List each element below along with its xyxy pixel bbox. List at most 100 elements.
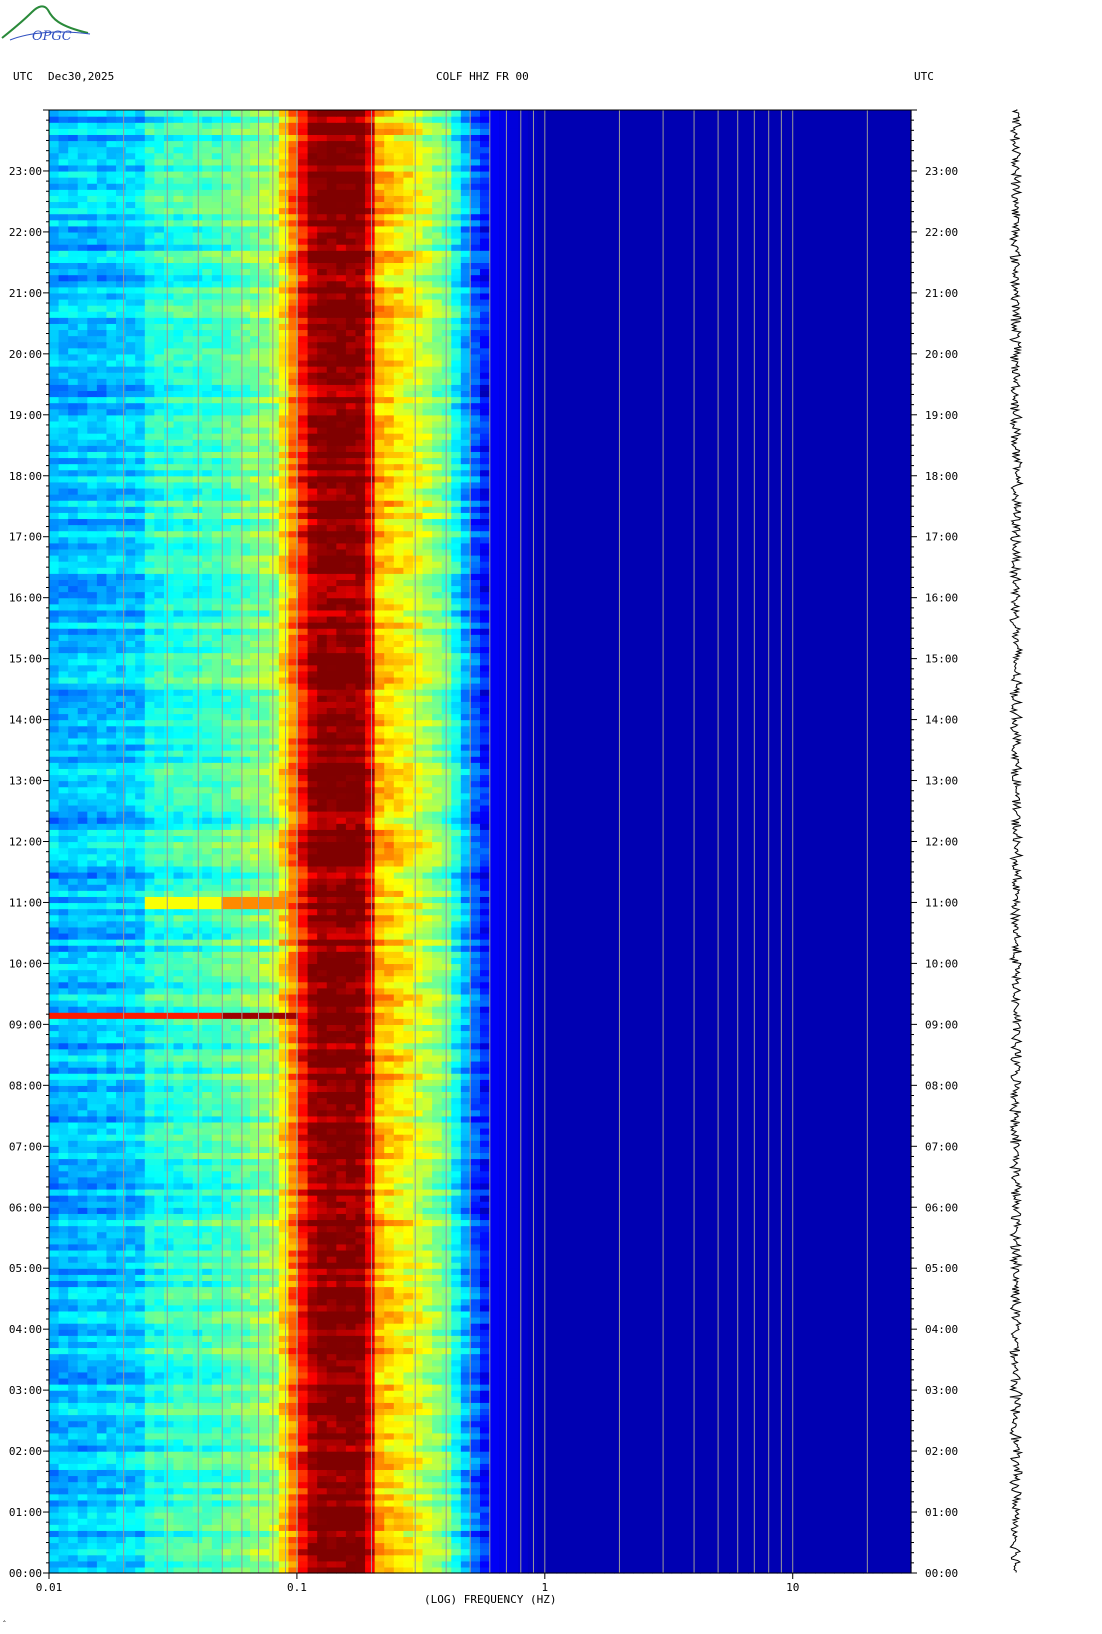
- heatmap-cell: [403, 1457, 413, 1464]
- heatmap-cell: [423, 1408, 433, 1415]
- heatmap-cell: [135, 1433, 145, 1440]
- heatmap-cell: [461, 1317, 471, 1324]
- heatmap-cell: [394, 1396, 404, 1403]
- heatmap-cell: [298, 1445, 308, 1452]
- heatmap-cell: [748, 1494, 758, 1501]
- heatmap-cell: [844, 1354, 854, 1361]
- heatmap-cell: [844, 1463, 854, 1470]
- heatmap-cell: [394, 1366, 404, 1373]
- heatmap-cell: [116, 1232, 126, 1239]
- heatmap-cell: [87, 1311, 97, 1318]
- heatmap-cell: [537, 1482, 547, 1489]
- heatmap-cell: [873, 1469, 883, 1476]
- heatmap-cell: [135, 1311, 145, 1318]
- heatmap-cell: [126, 1390, 136, 1397]
- heatmap-cell: [748, 1415, 758, 1422]
- heatmap-cell: [212, 1524, 222, 1531]
- heatmap-cell: [758, 1433, 768, 1440]
- heatmap-cell: [509, 1512, 519, 1519]
- heatmap-cell: [451, 1512, 461, 1519]
- heatmap-cell: [375, 1439, 385, 1446]
- heatmap-cell: [585, 1378, 595, 1385]
- heatmap-cell: [231, 1445, 241, 1452]
- heatmap-cell: [739, 1469, 749, 1476]
- heatmap-cell: [336, 1475, 346, 1482]
- heatmap-cell: [260, 1457, 270, 1464]
- heatmap-cell: [834, 1530, 844, 1537]
- heatmap-cell: [164, 1250, 174, 1257]
- heatmap-cell: [279, 1238, 289, 1245]
- heatmap-cell: [106, 1287, 116, 1294]
- heatmap-cell: [652, 1347, 662, 1354]
- heatmap-cell: [566, 1561, 576, 1568]
- heatmap-cell: [585, 1475, 595, 1482]
- heatmap-cell: [700, 1445, 710, 1452]
- heatmap-cell: [643, 1512, 653, 1519]
- heatmap-cell: [49, 1232, 59, 1239]
- heatmap-cell: [106, 1384, 116, 1391]
- heatmap-cell: [174, 1469, 184, 1476]
- heatmap-cell: [547, 1415, 557, 1422]
- heatmap-cell: [260, 1506, 270, 1513]
- heatmap-cell: [116, 1512, 126, 1519]
- heatmap-cell: [825, 1335, 835, 1342]
- heatmap-cell: [355, 1323, 365, 1330]
- heatmap-cell: [576, 1268, 586, 1275]
- heatmap-cell: [68, 1250, 78, 1257]
- heatmap-cell: [97, 1494, 107, 1501]
- heatmap-cell: [346, 1238, 356, 1245]
- heatmap-cell: [221, 1543, 231, 1550]
- heatmap-cell: [174, 1396, 184, 1403]
- heatmap-cell: [365, 1390, 375, 1397]
- heatmap-cell: [672, 1536, 682, 1543]
- heatmap-cell: [595, 1463, 605, 1470]
- heatmap-cell: [873, 1408, 883, 1415]
- heatmap-cell: [595, 1469, 605, 1476]
- heatmap-cell: [786, 1317, 796, 1324]
- heatmap-cell: [432, 1360, 442, 1367]
- heatmap-cell: [490, 1475, 500, 1482]
- heatmap-cell: [183, 1311, 193, 1318]
- heatmap-cell: [547, 1305, 557, 1312]
- heatmap-cell: [691, 1329, 701, 1336]
- heatmap-cell: [566, 1415, 576, 1422]
- heatmap-cell: [758, 1390, 768, 1397]
- heatmap-cell: [691, 1244, 701, 1251]
- heatmap-cell: [509, 1384, 519, 1391]
- heatmap-cell: [882, 1262, 892, 1269]
- heatmap-cell: [442, 1463, 452, 1470]
- heatmap-cell: [873, 1305, 883, 1312]
- heatmap-cell: [643, 1347, 653, 1354]
- heatmap-cell: [786, 1439, 796, 1446]
- heatmap-cell: [317, 1396, 327, 1403]
- heatmap-cell: [260, 1360, 270, 1367]
- heatmap-cell: [394, 1500, 404, 1507]
- heatmap-cell: [260, 1445, 270, 1452]
- heatmap-cell: [346, 1475, 356, 1482]
- heatmap-cell: [672, 1293, 682, 1300]
- heatmap-cell: [557, 1433, 567, 1440]
- heatmap-cell: [470, 1335, 480, 1342]
- heatmap-cell: [106, 1396, 116, 1403]
- heatmap-cell: [260, 1262, 270, 1269]
- heatmap-cell: [624, 1335, 634, 1342]
- heatmap-cell: [260, 1366, 270, 1373]
- heatmap-cell: [346, 1433, 356, 1440]
- heatmap-cell: [605, 1415, 615, 1422]
- heatmap-cell: [135, 1378, 145, 1385]
- heatmap-cell: [164, 1488, 174, 1495]
- heatmap-cell: [691, 1500, 701, 1507]
- heatmap-cell: [633, 1421, 643, 1428]
- heatmap-cell: [480, 1262, 490, 1269]
- heatmap-cell: [719, 1360, 729, 1367]
- heatmap-cell: [518, 1512, 528, 1519]
- heatmap-cell: [269, 1457, 279, 1464]
- heatmap-cell: [442, 1439, 452, 1446]
- heatmap-cell: [605, 1463, 615, 1470]
- heatmap-cell: [317, 1262, 327, 1269]
- heatmap-cell: [308, 1433, 318, 1440]
- heatmap-cell: [815, 1457, 825, 1464]
- heatmap-cell: [834, 1238, 844, 1245]
- heatmap-cell: [164, 1518, 174, 1525]
- heatmap-cell: [691, 1372, 701, 1379]
